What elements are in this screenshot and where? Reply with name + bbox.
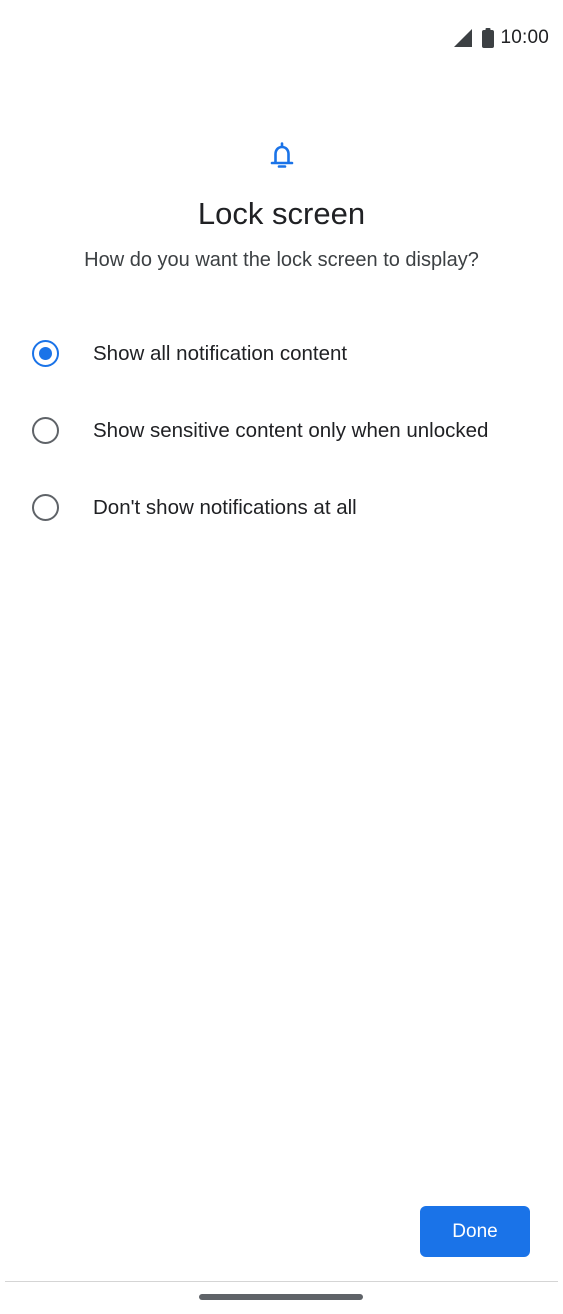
option-dont-show-notifications[interactable]: Don't show notifications at all bbox=[0, 469, 563, 546]
radio-button[interactable] bbox=[32, 417, 59, 444]
page-title: Lock screen bbox=[197, 196, 366, 231]
page-subtitle: How do you want the lock screen to displ… bbox=[84, 249, 479, 271]
battery-icon bbox=[482, 28, 495, 48]
status-bar: 10:00 bbox=[0, 0, 563, 76]
radio-button-selected[interactable] bbox=[32, 340, 59, 367]
cellular-signal-icon bbox=[454, 29, 473, 47]
radio-button[interactable] bbox=[32, 494, 59, 521]
bell-icon bbox=[269, 141, 295, 171]
nav-divider bbox=[5, 1281, 558, 1282]
done-button[interactable]: Done bbox=[420, 1206, 530, 1257]
option-label: Show all notification content bbox=[93, 341, 348, 365]
option-show-sensitive-when-unlocked[interactable]: Show sensitive content only when unlocke… bbox=[0, 392, 563, 469]
gesture-navigation-bar[interactable] bbox=[199, 1294, 363, 1300]
option-label: Don't show notifications at all bbox=[93, 495, 357, 519]
option-show-all-content[interactable]: Show all notification content bbox=[0, 315, 563, 392]
status-clock: 10:00 bbox=[500, 27, 549, 48]
lock-screen-options: Show all notification content Show sensi… bbox=[0, 315, 563, 546]
status-icons: 10:00 bbox=[454, 26, 549, 50]
option-label: Show sensitive content only when unlocke… bbox=[93, 418, 489, 442]
